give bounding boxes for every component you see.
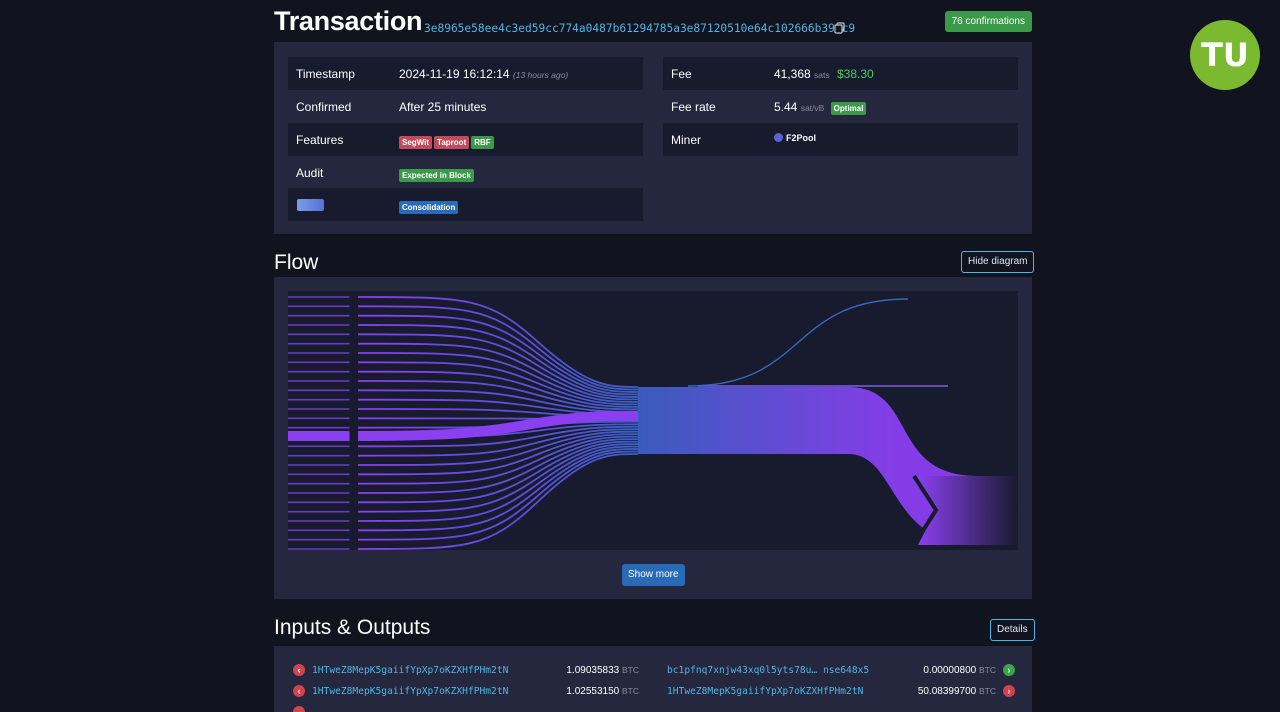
fee-usd: $38.30 — [836, 67, 874, 81]
txid-link[interactable]: 3e8965e58ee4c3ed59cc774a0487b61294785a3e… — [424, 22, 855, 35]
flow-sankey — [288, 291, 1018, 550]
copy-icon[interactable] — [834, 22, 846, 34]
fee-sats-unit: sats — [814, 70, 830, 80]
input-address[interactable]: 1HTweZ8MepK5gaiifYpXp7oKZXHfPHm2tN — [312, 686, 508, 697]
output-amount: 50.08399700 BTC — [918, 686, 996, 697]
features-badges: SegWit Taproot RBF — [399, 134, 496, 149]
miner-row: Miner F2Pool — [663, 123, 1018, 156]
show-more-button[interactable]: Show more — [622, 564, 685, 586]
timestamp-ago: (13 hours ago) — [512, 70, 569, 80]
feerate-unit: sat/vB — [800, 103, 825, 113]
output-amount-unit: BTC — [979, 686, 996, 696]
segwit-badge[interactable]: SegWit — [399, 136, 433, 149]
output-amount-value: 0.00000800 — [923, 665, 977, 676]
miner-label: Miner — [671, 133, 702, 147]
output-address[interactable]: 1HTweZ8MepK5gaiifYpXp7oKZXHfPHm2tN — [667, 686, 863, 697]
page-title: Transaction — [274, 6, 423, 36]
hide-diagram-button[interactable]: Hide diagram — [961, 251, 1035, 273]
output-amount-unit: BTC — [979, 665, 996, 675]
feerate-row: Fee rate 5.44 sat/vB Optimal — [663, 90, 1018, 123]
flow-diagram[interactable] — [288, 291, 1018, 550]
confirmations-badge: 76 confirmations — [944, 11, 1032, 32]
feerate-value: 5.44 sat/vB Optimal — [774, 100, 868, 115]
audit-label: Audit — [296, 166, 324, 180]
f2pool-icon — [774, 133, 783, 142]
miner-name: F2Pool — [786, 133, 817, 143]
input-amount: 1.02553150 BTC — [566, 686, 639, 697]
timestamp-date: 2024-11-19 16:12:14 — [399, 67, 510, 81]
flow-output-fee — [687, 298, 909, 387]
fee-sats: 41,368 — [774, 67, 811, 81]
flow-input-lines — [288, 291, 639, 550]
io-panel: ‹ 1HTweZ8MepK5gaiifYpXp7oKZXHfPHm2tN 1.0… — [274, 646, 1032, 712]
fee-label: Fee — [671, 67, 692, 81]
io-row: ‹ 1HTweZ8MepK5gaiifYpXp7oKZXHfPHm2tN 1.0… — [274, 683, 1032, 703]
arrow-left-icon[interactable] — [293, 706, 305, 712]
features-label: Features — [296, 133, 344, 147]
flow-input-line — [357, 438, 639, 494]
input-amount: 1.09035833 BTC — [566, 665, 639, 676]
audit-row: Audit Expected in Block — [288, 156, 643, 189]
flow-panel: Show more — [274, 277, 1032, 599]
io-title: Inputs & Outputs — [274, 616, 431, 639]
arrow-left-icon[interactable]: ‹ — [293, 685, 305, 697]
transaction-header: Transaction 3e8965e58ee4c3ed59cc774a0487… — [274, 6, 1032, 40]
confirmed-label: Confirmed — [296, 100, 352, 114]
fee-row: Fee 41,368 sats $38.30 — [663, 57, 1018, 90]
audit-badge[interactable]: Expected in Block — [399, 169, 474, 182]
io-row: ‹ 1HTweZ8MepK5gaiifYpXp7oKZXHfPHm2tN 1.0… — [274, 662, 1032, 682]
optimal-badge: Optimal — [830, 102, 867, 115]
output-address[interactable]: bc1pfnq7xnjw43xq0l5yts78u… nse648x5 — [667, 665, 869, 676]
consolidation-badge[interactable]: Consolidation — [399, 201, 459, 214]
tu-logo: TU — [1190, 20, 1260, 90]
tu-logo-mark: TU — [1201, 37, 1249, 73]
input-amount-value: 1.09035833 — [566, 665, 620, 676]
confirmed-value: After 25 minutes — [399, 100, 487, 114]
flow-input-line — [357, 296, 639, 388]
feerate-number: 5.44 — [774, 100, 798, 114]
flow-input-line — [357, 448, 639, 532]
rbf-badge[interactable]: RBF — [471, 136, 494, 149]
output-amount: 0.00000800 BTC — [923, 665, 996, 676]
arrow-left-icon[interactable]: ‹ — [293, 664, 305, 676]
fee-value: 41,368 sats $38.30 — [774, 67, 874, 81]
feerate-label: Fee rate — [671, 100, 716, 114]
features-row: Features SegWit Taproot RBF — [288, 123, 643, 156]
flow-title: Flow — [274, 251, 319, 274]
confirmed-row: Confirmed After 25 minutes — [288, 90, 643, 123]
details-panel: Timestamp 2024-11-19 16:12:14 (13 hours … — [274, 42, 1032, 234]
arrow-right-icon[interactable]: › — [1003, 664, 1015, 676]
output-amount-value: 50.08399700 — [917, 686, 977, 697]
timestamp-label: Timestamp — [296, 67, 355, 81]
input-address[interactable]: 1HTweZ8MepK5gaiifYpXp7oKZXHfPHm2tN — [312, 665, 508, 676]
consolidation-icon — [297, 199, 324, 211]
timestamp-value: 2024-11-19 16:12:14 (13 hours ago) — [399, 67, 568, 81]
arrow-right-icon[interactable]: › — [1003, 685, 1015, 697]
input-amount-unit: BTC — [622, 665, 639, 675]
timestamp-row: Timestamp 2024-11-19 16:12:14 (13 hours … — [288, 57, 643, 90]
input-amount-value: 1.02553150 — [566, 686, 620, 697]
details-button[interactable]: Details — [990, 619, 1035, 641]
input-amount-unit: BTC — [622, 686, 639, 696]
taproot-badge[interactable]: Taproot — [434, 136, 470, 149]
tx-type-row: Consolidation — [288, 188, 643, 221]
tu-logo-text: TU — [1201, 37, 1249, 73]
miner-value[interactable]: F2Pool — [774, 133, 816, 143]
